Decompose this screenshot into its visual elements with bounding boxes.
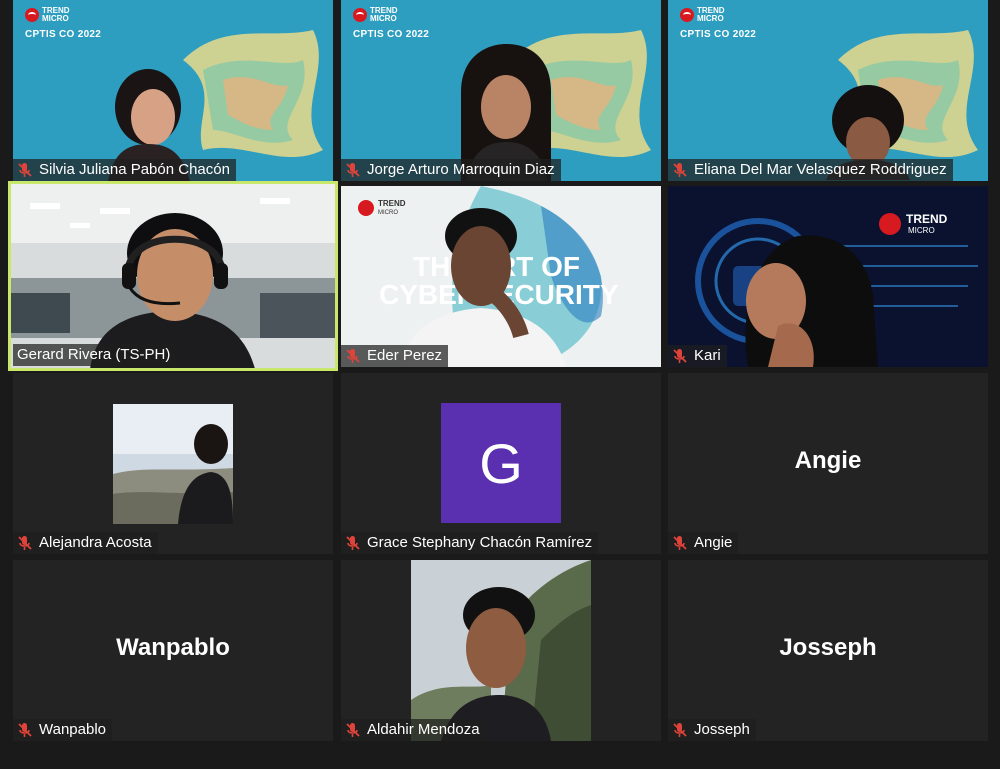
participant-video: TREND MICRO (668, 186, 988, 367)
participant-name-label: Kari (668, 345, 727, 367)
participant-tile-jorge[interactable]: TREND MICRO CPTIS CO 2022 Jorge Arturo Ma… (341, 0, 661, 181)
participant-name-label: Alejandra Acosta (13, 532, 158, 554)
participant-display-name: Angie (794, 446, 862, 474)
participant-tile-eliana[interactable]: TREND MICRO CPTIS CO 2022 Eliana Del Mar … (668, 0, 988, 181)
profile-photo (411, 560, 591, 741)
participant-tile-angie[interactable]: Angie Angie (668, 373, 988, 554)
participant-tile-wanpablo[interactable]: Wanpablo Wanpablo (13, 560, 333, 741)
participant-name-label: Silvia Juliana Pabón Chacón (13, 159, 236, 181)
participant-tile-gerard[interactable]: Gerard Rivera (TS-PH) (8, 181, 338, 371)
participant-display-name: Josseph (779, 633, 877, 661)
participant-tile-aldahir[interactable]: Aldahir Mendoza (341, 560, 661, 741)
event-title: CPTIS CO 2022 (680, 29, 757, 40)
mic-muted-icon (18, 723, 32, 737)
participant-name-label: Aldahir Mendoza (341, 719, 486, 741)
event-title: CPTIS CO 2022 (353, 29, 430, 40)
mic-muted-icon (18, 536, 32, 550)
svg-text:MICRO: MICRO (908, 226, 935, 235)
participant-name-label: Jorge Arturo Marroquin Diaz (341, 159, 561, 181)
participant-tile-grace[interactable]: G Grace Stephany Chacón Ramírez (341, 373, 661, 554)
participant-tile-eder[interactable]: TREND MICRO THE ART OF CYBERSECURITY Ede… (341, 186, 661, 367)
participant-name-label: Eder Perez (341, 345, 449, 367)
participant-name-label: Josseph (668, 719, 756, 741)
participant-video: TREND MICRO THE ART OF CYBERSECURITY (341, 186, 661, 367)
participant-tile-kari[interactable]: TREND MICRO Kari (668, 186, 988, 367)
participant-name-label: Angie (668, 532, 739, 554)
participant-tile-alejandra[interactable]: Alejandra Acosta (13, 373, 333, 554)
mic-muted-icon (346, 723, 360, 737)
trend-micro-logo: TREND MICRO (680, 7, 725, 23)
participant-name-label: Wanpablo (13, 719, 112, 741)
mic-muted-icon (18, 163, 32, 177)
mic-muted-icon (346, 349, 360, 363)
participant-video (10, 183, 336, 369)
profile-photo (113, 404, 233, 524)
participant-name-label: Gerard Rivera (TS-PH) (13, 344, 177, 366)
svg-text:MICRO: MICRO (378, 210, 398, 216)
participant-display-name: Wanpablo (116, 633, 230, 661)
participant-name-label: Grace Stephany Chacón Ramírez (341, 532, 599, 554)
mic-muted-icon (673, 723, 687, 737)
svg-text:TREND: TREND (906, 212, 948, 226)
svg-text:TREND: TREND (378, 199, 406, 208)
trend-micro-logo: TREND MICRO (353, 7, 398, 23)
event-title: CPTIS CO 2022 (25, 29, 102, 40)
participant-name-label: Eliana Del Mar Velasquez Roddriguez (668, 159, 953, 181)
mic-muted-icon (673, 349, 687, 363)
participant-tile-josseph[interactable]: Josseph Josseph (668, 560, 988, 741)
mic-muted-icon (346, 163, 360, 177)
trend-micro-logo: TREND MICRO (25, 7, 70, 23)
participant-tile-silvia[interactable]: TREND MICRO CPTIS CO 2022 Silvia Juliana … (13, 0, 333, 181)
mic-muted-icon (673, 536, 687, 550)
mic-muted-icon (673, 163, 687, 177)
initial-avatar: G (441, 403, 561, 523)
mic-muted-icon (346, 536, 360, 550)
